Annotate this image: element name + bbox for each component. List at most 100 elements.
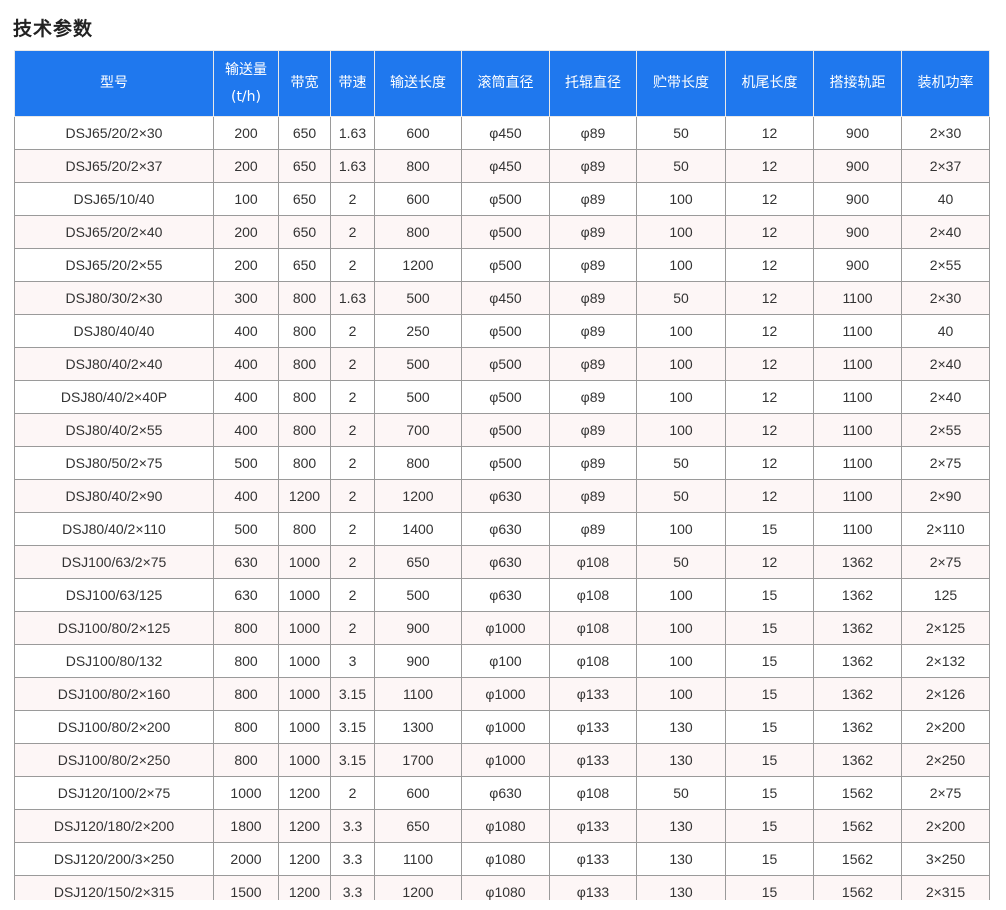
- cell-conveying-length: 600: [374, 116, 462, 150]
- cell-installed-power: 2×40: [901, 380, 990, 414]
- cell-drum-diameter: φ500: [461, 182, 550, 216]
- cell-belt-speed: 1.63: [330, 149, 375, 183]
- bottom-edge: [0, 900, 1006, 910]
- cell-storage-length: 100: [636, 578, 726, 612]
- cell-conveying-length: 1200: [374, 479, 462, 513]
- cell-storage-length: 100: [636, 215, 726, 249]
- cell-belt-width: 650: [278, 116, 331, 150]
- cell-installed-power: 2×75: [901, 545, 990, 579]
- cell-storage-length: 100: [636, 413, 726, 447]
- table-row: DSJ100/80/2×160 800 1000 3.15 1100 φ1000 φ133 1…: [14, 677, 990, 711]
- page-title: 技术参数: [13, 18, 94, 40]
- cell-capacity: 630: [213, 578, 279, 612]
- cell-drum-diameter: φ630: [461, 578, 550, 612]
- cell-capacity: 1000: [213, 776, 279, 810]
- cell-capacity: 2000: [213, 842, 279, 876]
- cell-overlap-gauge: 900: [813, 149, 902, 183]
- cell-drum-diameter: φ500: [461, 314, 550, 348]
- cell-tail-length: 12: [725, 380, 814, 414]
- cell-tail-length: 12: [725, 413, 814, 447]
- cell-idler-diameter: φ133: [549, 710, 637, 744]
- cell-idler-diameter: φ133: [549, 677, 637, 711]
- cell-belt-width: 1000: [278, 545, 331, 579]
- cell-drum-diameter: φ500: [461, 380, 550, 414]
- cell-capacity: 200: [213, 215, 279, 249]
- cell-conveying-length: 1100: [374, 842, 462, 876]
- cell-drum-diameter: φ500: [461, 215, 550, 249]
- cell-drum-diameter: φ1000: [461, 743, 550, 777]
- cell-overlap-gauge: 1100: [813, 281, 902, 315]
- cell-belt-speed: 2: [330, 347, 375, 381]
- header-belt-speed: 带速: [330, 50, 375, 117]
- cell-overlap-gauge: 900: [813, 215, 902, 249]
- cell-belt-width: 800: [278, 413, 331, 447]
- cell-storage-length: 50: [636, 479, 726, 513]
- cell-installed-power: 2×40: [901, 347, 990, 381]
- cell-tail-length: 15: [725, 743, 814, 777]
- table-row: DSJ100/63/2×75 630 1000 2 650 φ630 φ108 50 12 136…: [14, 545, 990, 579]
- cell-installed-power: 2×55: [901, 248, 990, 282]
- header-idler-diameter: 托辊直径: [549, 50, 637, 117]
- cell-conveying-length: 900: [374, 644, 462, 678]
- cell-drum-diameter: φ1080: [461, 809, 550, 843]
- cell-drum-diameter: φ100: [461, 644, 550, 678]
- cell-belt-speed: 2: [330, 776, 375, 810]
- cell-tail-length: 12: [725, 215, 814, 249]
- cell-model: DSJ120/200/3×250: [14, 842, 214, 876]
- cell-overlap-gauge: 1562: [813, 776, 902, 810]
- cell-storage-length: 50: [636, 281, 726, 315]
- cell-tail-length: 15: [725, 809, 814, 843]
- table-row: DSJ80/40/40 400 800 2 250 φ500 φ89 100 12 1100 40: [14, 314, 990, 348]
- cell-capacity: 800: [213, 677, 279, 711]
- cell-capacity: 800: [213, 644, 279, 678]
- header-capacity: 输送量 (t/h): [213, 50, 279, 117]
- cell-tail-length: 12: [725, 479, 814, 513]
- cell-drum-diameter: φ500: [461, 248, 550, 282]
- cell-model: DSJ80/40/2×90: [14, 479, 214, 513]
- cell-belt-width: 800: [278, 347, 331, 381]
- cell-idler-diameter: φ133: [549, 809, 637, 843]
- table-row: DSJ65/20/2×40 200 650 2 800 φ500 φ89 100 12 900 2×…: [14, 215, 990, 249]
- cell-tail-length: 12: [725, 446, 814, 480]
- cell-tail-length: 15: [725, 512, 814, 546]
- cell-installed-power: 2×132: [901, 644, 990, 678]
- cell-drum-diameter: φ630: [461, 512, 550, 546]
- cell-tail-length: 12: [725, 314, 814, 348]
- cell-storage-length: 100: [636, 677, 726, 711]
- cell-model: DSJ100/80/132: [14, 644, 214, 678]
- cell-tail-length: 12: [725, 149, 814, 183]
- cell-belt-width: 650: [278, 215, 331, 249]
- cell-tail-length: 12: [725, 248, 814, 282]
- cell-storage-length: 100: [636, 314, 726, 348]
- cell-belt-width: 650: [278, 182, 331, 216]
- cell-tail-length: 15: [725, 677, 814, 711]
- cell-belt-speed: 3.15: [330, 710, 375, 744]
- table-row: DSJ100/80/2×250 800 1000 3.15 1700 φ1000 φ133 1…: [14, 743, 990, 777]
- table-row: DSJ80/30/2×30 300 800 1.63 500 φ450 φ89 50 12 110…: [14, 281, 990, 315]
- cell-storage-length: 100: [636, 248, 726, 282]
- cell-idler-diameter: φ89: [549, 413, 637, 447]
- cell-capacity: 500: [213, 512, 279, 546]
- cell-conveying-length: 500: [374, 347, 462, 381]
- cell-overlap-gauge: 1362: [813, 710, 902, 744]
- cell-drum-diameter: φ630: [461, 545, 550, 579]
- cell-idler-diameter: φ89: [549, 446, 637, 480]
- table-row: DSJ120/180/2×200 1800 1200 3.3 650 φ1080 φ133 1…: [14, 809, 990, 843]
- cell-conveying-length: 500: [374, 578, 462, 612]
- cell-idler-diameter: φ89: [549, 512, 637, 546]
- cell-installed-power: 2×55: [901, 413, 990, 447]
- cell-tail-length: 15: [725, 644, 814, 678]
- cell-capacity: 1800: [213, 809, 279, 843]
- cell-conveying-length: 650: [374, 545, 462, 579]
- cell-conveying-length: 500: [374, 380, 462, 414]
- header-tail-length: 机尾长度: [725, 50, 814, 117]
- cell-capacity: 200: [213, 116, 279, 150]
- cell-overlap-gauge: 1362: [813, 611, 902, 645]
- cell-idler-diameter: φ108: [549, 644, 637, 678]
- cell-storage-length: 100: [636, 182, 726, 216]
- cell-belt-speed: 1.63: [330, 116, 375, 150]
- cell-belt-speed: 2: [330, 479, 375, 513]
- cell-conveying-length: 500: [374, 281, 462, 315]
- cell-capacity: 400: [213, 413, 279, 447]
- cell-overlap-gauge: 1100: [813, 446, 902, 480]
